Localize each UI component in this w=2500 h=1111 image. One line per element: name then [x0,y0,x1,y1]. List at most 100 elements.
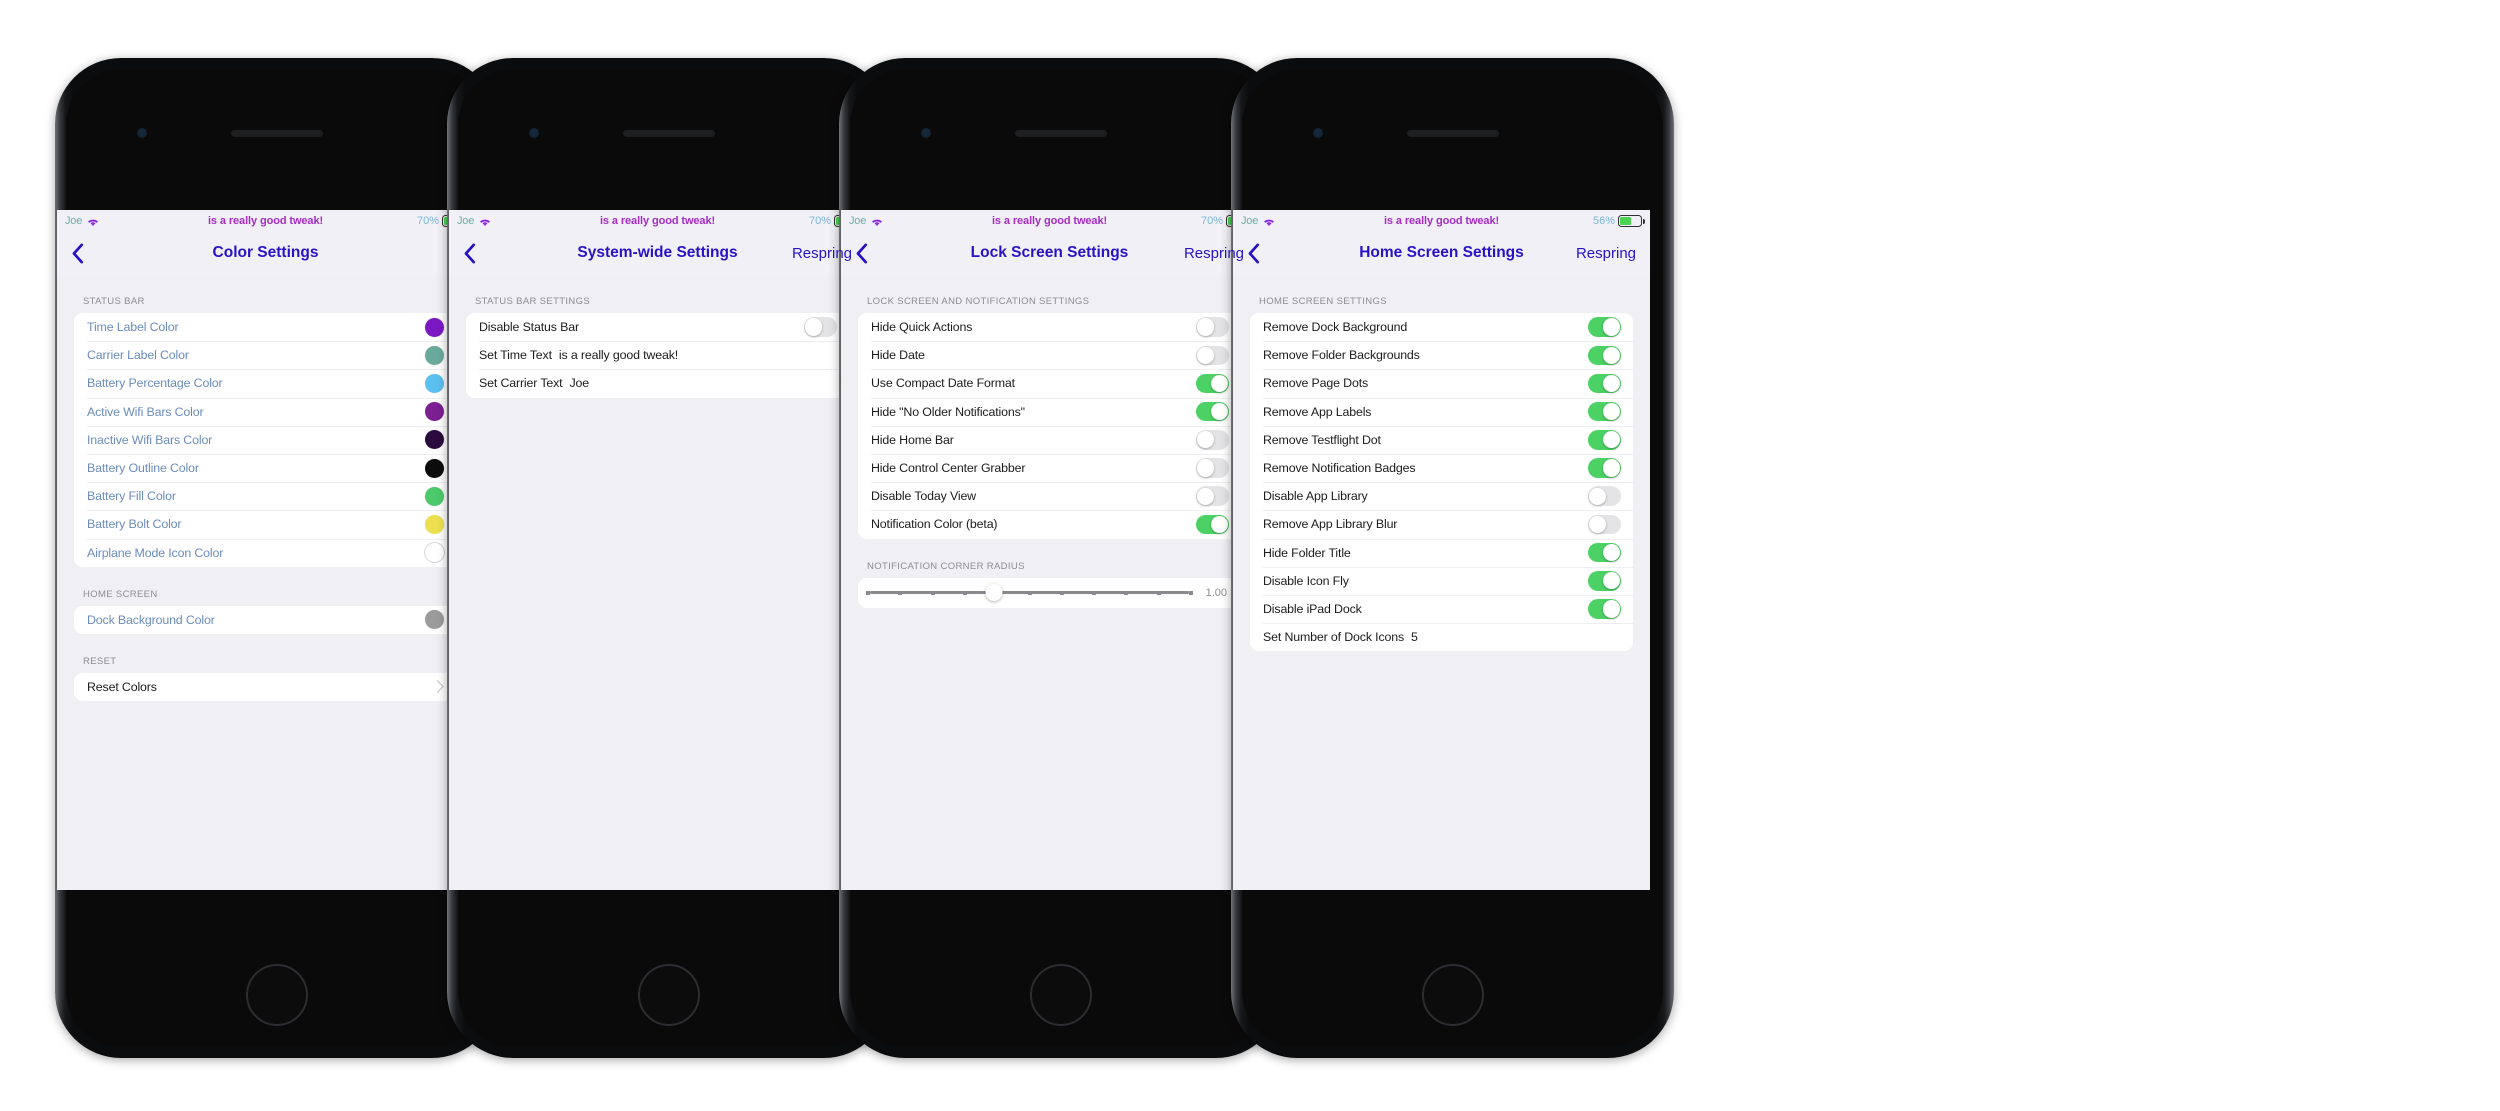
back-button[interactable] [1247,240,1265,266]
settings-row[interactable]: Remove Notification Badges [1250,453,1633,483]
status-bar-left: Joe [849,215,935,227]
settings-row[interactable]: Disable Icon Fly [1250,566,1633,595]
color-swatch[interactable] [425,458,444,478]
toggle-switch[interactable] [1588,317,1621,337]
slider-knob[interactable] [985,584,1003,601]
settings-row[interactable]: Disable Status Bar [466,313,849,342]
toggle-switch[interactable] [1196,458,1229,478]
respring-button[interactable]: Respring [1576,245,1636,262]
toggle-switch[interactable] [1588,401,1621,422]
settings-row[interactable]: Set Time Text is a really good tweak! [466,341,849,370]
color-swatch[interactable] [425,514,444,534]
toggle-switch[interactable] [1588,571,1621,591]
toggle-knob [1197,459,1215,477]
settings-row[interactable]: Active Wifi Bars Color [74,397,457,426]
settings-row[interactable]: Inactive Wifi Bars Color [74,425,457,454]
settings-row[interactable]: Set Number of Dock Icons 5 [1250,623,1633,652]
respring-button[interactable]: Respring [1184,245,1244,262]
color-swatch[interactable] [425,373,444,393]
settings-row[interactable]: Hide Date [858,341,1241,370]
row-label: Dock Background Color [87,612,215,627]
settings-row[interactable]: Airplane Mode Icon Color [74,538,457,567]
settings-row[interactable]: Disable iPad Dock [1250,594,1633,624]
toggle-switch[interactable] [1588,514,1621,535]
slider-tick [1124,590,1129,595]
toggle-switch[interactable] [1196,514,1229,535]
settings-row[interactable]: Remove Folder Backgrounds [1250,341,1633,370]
toggle-switch[interactable] [1588,430,1621,450]
slider-track[interactable] [866,584,1193,602]
toggle-switch[interactable] [1196,345,1229,366]
home-button[interactable] [245,964,308,1026]
navigation-bar: Home Screen Settings Respring [1233,232,1650,274]
color-swatch[interactable] [425,317,444,337]
settings-row[interactable]: Remove Dock Background [1250,313,1633,342]
toggle-switch[interactable] [1196,373,1229,394]
status-bar-left: Joe [1241,215,1327,227]
home-button[interactable] [1421,964,1484,1026]
home-button[interactable] [1029,964,1092,1026]
settings-row[interactable]: Battery Percentage Color [74,369,457,398]
toggle-knob [1210,403,1228,421]
slider-row[interactable]: 1.00 [858,577,1241,608]
settings-row[interactable]: Notification Color (beta) [858,510,1241,539]
toggle-knob [1197,487,1215,505]
settings-row[interactable]: Reset Colors [74,672,457,702]
settings-row[interactable]: Battery Fill Color [74,482,457,511]
settings-row[interactable]: Hide Folder Title [1250,538,1633,567]
settings-row[interactable]: Remove App Library Blur [1250,510,1633,539]
settings-row[interactable]: Hide "No Older Notifications" [858,397,1241,426]
toggle-knob [1197,318,1215,336]
toggle-knob [1589,515,1607,534]
row-label: Hide Date [871,348,925,363]
color-swatch[interactable] [425,610,444,630]
toggle-switch[interactable] [1588,542,1621,563]
settings-row[interactable]: Battery Outline Color [74,453,457,483]
color-swatch[interactable] [425,345,444,365]
toggle-switch[interactable] [1588,345,1621,366]
toggle-switch[interactable] [804,317,837,337]
settings-row[interactable]: Remove Testflight Dot [1250,425,1633,454]
settings-row[interactable]: Remove Page Dots [1250,369,1633,398]
color-swatch[interactable] [425,486,444,506]
toggle-switch[interactable] [1588,486,1621,506]
settings-row[interactable]: Hide Control Center Grabber [858,453,1241,483]
settings-row[interactable]: Remove App Labels [1250,397,1633,426]
toggle-switch[interactable] [1196,401,1229,422]
settings-group: Reset Colors [74,672,457,702]
toggle-switch[interactable] [1196,486,1229,506]
toggle-switch[interactable] [1588,373,1621,394]
toggle-knob [1602,459,1620,477]
toggle-switch[interactable] [1196,430,1229,450]
back-button[interactable] [855,240,873,266]
battery-percentage-label: 70% [1200,215,1223,227]
settings-row[interactable]: Dock Background Color [74,605,457,634]
color-swatch[interactable] [425,430,444,450]
settings-row[interactable]: Use Compact Date Format [858,369,1241,398]
color-swatch[interactable] [425,543,444,563]
settings-row[interactable]: Carrier Label Color [74,341,457,370]
status-bar: Joe is a really good tweak! 70% [841,210,1258,232]
back-button[interactable] [463,240,481,266]
settings-row[interactable]: Time Label Color [74,313,457,342]
toggle-switch[interactable] [1588,458,1621,478]
settings-row[interactable]: Hide Quick Actions [858,313,1241,342]
section-header: NOTIFICATION CORNER RADIUS [867,560,1025,572]
row-label: Disable Status Bar [479,320,579,335]
screenshot-root: Joe is a really good tweak! 70% Color Setti… [0,0,2500,1111]
respring-button[interactable]: Respring [792,245,852,262]
color-swatch[interactable] [425,402,444,422]
status-bar-left: Joe [65,215,151,227]
settings-row[interactable]: Hide Home Bar [858,425,1241,454]
settings-row[interactable]: Disable App Library [1250,482,1633,511]
settings-row[interactable]: Battery Bolt Color [74,510,457,539]
earpiece-speaker [230,130,323,137]
status-bar: Joe is a really good tweak! 70% [57,210,474,232]
settings-row[interactable]: Set Carrier Text Joe [466,369,849,398]
toggle-switch[interactable] [1196,317,1229,337]
settings-row[interactable]: Disable Today View [858,482,1241,511]
toggle-switch[interactable] [1588,599,1621,619]
home-button[interactable] [637,964,700,1026]
toggle-knob [805,318,823,336]
back-button[interactable] [71,240,89,266]
